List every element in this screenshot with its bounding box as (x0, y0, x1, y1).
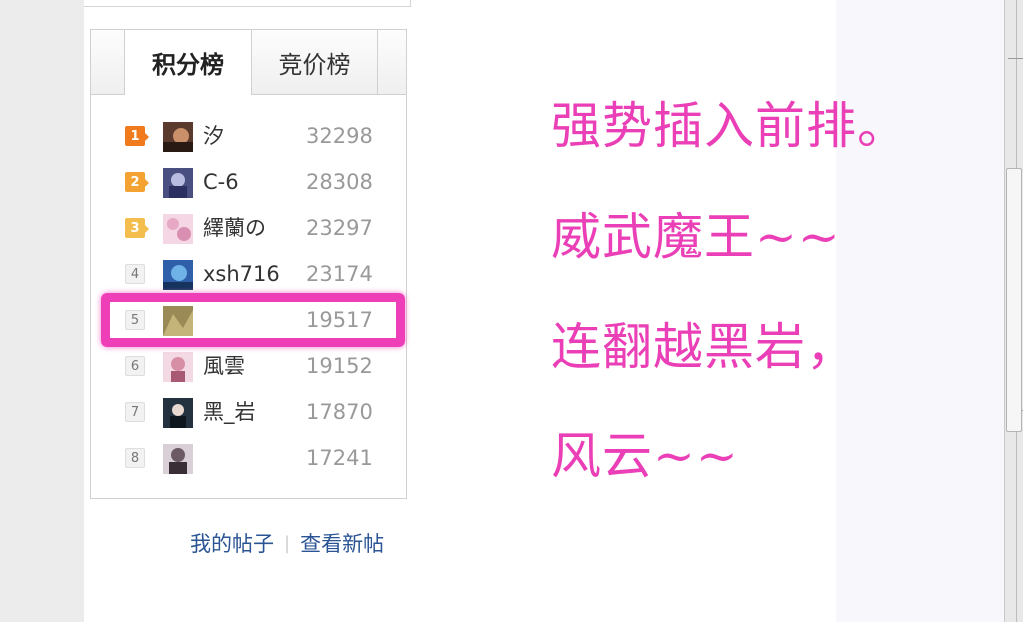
annotation-line: 连翻越黑岩， (551, 318, 857, 376)
username[interactable]: 風雲 (203, 351, 245, 381)
ranking-row[interactable]: 1 汐 32298 (125, 121, 395, 152)
rank-badge: 2 (125, 172, 145, 192)
avatar[interactable] (163, 214, 193, 244)
rank-badge: 1 (125, 126, 145, 146)
annotation-line: 风云~~ (551, 427, 739, 485)
avatar[interactable] (163, 352, 193, 382)
ranking-row[interactable]: 8 17241 (125, 443, 395, 474)
new-posts-link[interactable]: 查看新帖 (300, 528, 384, 558)
my-posts-link[interactable]: 我的帖子 (190, 528, 274, 558)
badge-arrow-icon (145, 225, 149, 233)
avatar[interactable] (163, 444, 193, 474)
footer-links: 我的帖子 | 查看新帖 (190, 526, 384, 560)
rank-badge: 4 (125, 264, 145, 284)
rank-badge: 6 (125, 356, 145, 376)
avatar[interactable] (163, 168, 193, 198)
username[interactable]: 黑_岩 (203, 397, 256, 427)
previous-panel-edge (84, 0, 411, 7)
score: 32298 (306, 124, 373, 148)
ranking-row[interactable]: 2 C-6 28308 (125, 167, 395, 198)
score: 17870 (306, 400, 373, 424)
avatar[interactable] (163, 260, 193, 290)
score: 19152 (306, 354, 373, 378)
badge-arrow-icon (145, 179, 149, 187)
badge-arrow-icon (145, 133, 149, 141)
rank-badge: 8 (125, 448, 145, 468)
ranking-row[interactable]: 6 風雲 19152 (125, 351, 395, 382)
rank-badge: 7 (125, 402, 145, 422)
annotation-line: 强势插入前排。 (551, 97, 908, 155)
scrollbar-divider (1008, 58, 1023, 59)
ranking-panel: 积分榜 竞价榜 1 汐 32298 2 C-6 28308 3 繹蘭の 2329… (90, 29, 407, 499)
rank-badge: 3 (125, 218, 145, 238)
tab-points-ranking[interactable]: 积分榜 (124, 30, 252, 95)
ranking-tabs: 积分榜 竞价榜 (91, 30, 406, 95)
highlight-box (101, 293, 405, 347)
avatar[interactable] (163, 122, 193, 152)
score: 23174 (306, 262, 373, 286)
left-margin (0, 0, 84, 622)
tab-bid-ranking[interactable]: 竞价榜 (252, 30, 378, 95)
username[interactable]: 汐 (203, 121, 224, 151)
link-separator: | (284, 532, 291, 554)
username[interactable]: xsh716 (203, 259, 280, 289)
avatar[interactable] (163, 398, 193, 428)
username[interactable]: 繹蘭の (203, 213, 266, 243)
annotation-line: 威武魔王~~ (551, 208, 841, 266)
score: 23297 (306, 216, 373, 240)
scrollbar-thumb[interactable] (1006, 168, 1022, 432)
score: 17241 (306, 446, 373, 470)
ranking-row[interactable]: 3 繹蘭の 23297 (125, 213, 395, 244)
ranking-row[interactable]: 4 xsh716 23174 (125, 259, 395, 290)
ranking-row[interactable]: 7 黑_岩 17870 (125, 397, 395, 428)
score: 28308 (306, 170, 373, 194)
username[interactable]: C-6 (203, 167, 239, 197)
